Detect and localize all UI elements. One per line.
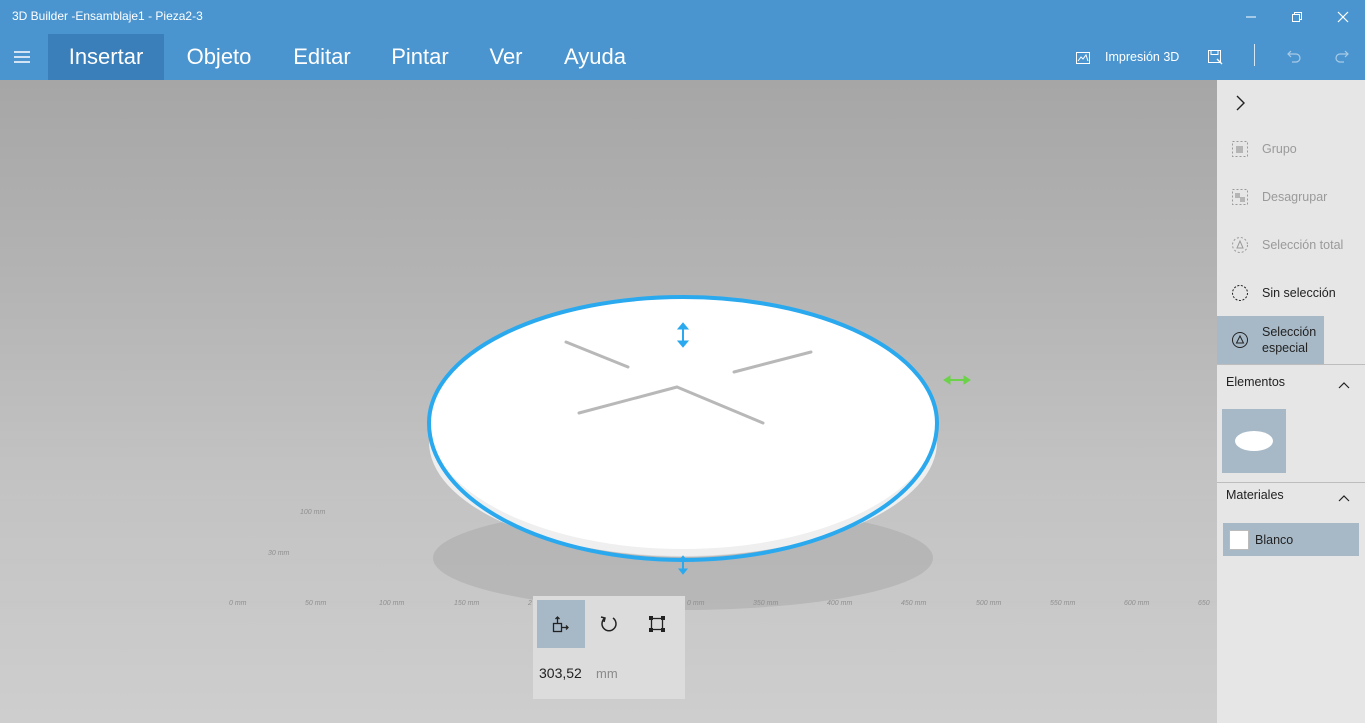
size-value[interactable]: 303,52 (539, 665, 582, 681)
elements-title: Elementos (1226, 375, 1286, 389)
ruler-label: 150 mm (454, 600, 479, 607)
special-selection-label: Selección especial (1262, 325, 1317, 355)
redo-icon (1335, 50, 1349, 63)
save-icon (1208, 50, 1223, 65)
ruler-label: 0 mm (687, 600, 705, 607)
3d-viewport[interactable]: 0 mm 50 mm 100 mm 150 mm 2 0 mm 350 mm 4… (0, 80, 1217, 723)
transform-tool-panel: 303,52 mm (533, 596, 685, 699)
ruler-label: 500 mm (976, 600, 1001, 607)
ruler-label: 350 mm (753, 600, 778, 607)
menu-ayuda[interactable]: Ayuda (556, 34, 634, 80)
collapse-panel-button[interactable] (1229, 92, 1251, 114)
ruler-label: 2 (527, 600, 532, 607)
restore-button[interactable] (1274, 0, 1320, 34)
material-swatch (1229, 530, 1249, 550)
close-button[interactable] (1320, 0, 1365, 34)
move-tool-button[interactable] (537, 600, 585, 648)
ruler-label: 100 mm (379, 600, 404, 607)
select-all-button[interactable]: Selección total (1217, 221, 1365, 269)
divider (1217, 364, 1365, 365)
material-label: Blanco (1255, 533, 1294, 547)
element-thumbnail[interactable] (1222, 409, 1286, 473)
material-item[interactable]: Blanco (1223, 523, 1359, 556)
menu-objeto[interactable]: Objeto (172, 34, 266, 80)
deselect-label: Sin selección (1262, 286, 1336, 300)
special-selection-icon (1230, 330, 1250, 350)
ruler-label: 600 mm (1124, 600, 1149, 607)
deselect-icon (1230, 283, 1250, 303)
move-icon (552, 616, 569, 633)
ruler-label: 0 mm (229, 600, 247, 607)
minimize-icon (1246, 16, 1256, 18)
title-bar: 3D Builder -Ensamblaje1 - Pieza2-3 (0, 0, 1365, 34)
depth-label: 100 mm (300, 509, 325, 516)
size-unit: mm (596, 666, 618, 681)
chevron-up-icon[interactable] (1337, 378, 1351, 392)
toolbar-separator (1254, 44, 1255, 66)
menu-bar: Insertar Objeto Editar Pintar Ver Ayuda … (0, 34, 1365, 80)
ruler-label: 50 mm (305, 600, 327, 607)
ruler-label: 450 mm (901, 600, 926, 607)
scale-tool-button[interactable] (633, 600, 681, 648)
depth-label: 30 mm (268, 550, 290, 557)
disc-thumbnail-icon (1235, 431, 1273, 451)
ruler-label: 400 mm (827, 600, 852, 607)
ruler-label: 650 (1198, 600, 1210, 607)
deselect-button[interactable]: Sin selección (1217, 269, 1365, 317)
group-label: Grupo (1262, 142, 1297, 156)
redo-button[interactable] (1328, 34, 1356, 80)
undo-icon (1287, 50, 1301, 63)
menu-editar[interactable]: Editar (282, 34, 362, 80)
group-button[interactable]: Grupo (1217, 125, 1365, 173)
save-button[interactable] (1200, 34, 1230, 80)
close-icon (1337, 11, 1349, 23)
ungroup-icon (1230, 187, 1250, 207)
undo-button[interactable] (1280, 34, 1308, 80)
print-3d-button[interactable]: Impresión 3D (1068, 34, 1188, 80)
ruler-label: 550 mm (1050, 600, 1075, 607)
materials-title: Materiales (1226, 488, 1284, 502)
window-title: 3D Builder -Ensamblaje1 - Pieza2-3 (12, 9, 203, 23)
rotate-tool-button[interactable] (585, 600, 633, 648)
chevron-up-icon[interactable] (1337, 491, 1351, 505)
print-3d-label: Impresión 3D (1105, 50, 1180, 64)
chevron-right-icon (1236, 95, 1245, 111)
select-all-icon (1230, 235, 1250, 255)
menu-pintar[interactable]: Pintar (382, 34, 458, 80)
menu-ver[interactable]: Ver (480, 34, 532, 80)
group-icon (1230, 139, 1250, 159)
hamburger-menu-button[interactable] (0, 34, 44, 80)
scale-icon (649, 616, 665, 632)
special-selection-button[interactable]: Selección especial (1217, 316, 1324, 364)
minimize-button[interactable] (1228, 0, 1274, 34)
divider (1217, 482, 1365, 483)
ungroup-button[interactable]: Desagrupar (1217, 173, 1365, 221)
ungroup-label: Desagrupar (1262, 190, 1328, 204)
restore-icon (1292, 12, 1302, 22)
hamburger-icon (14, 51, 30, 63)
side-panel: Grupo Desagrupar Selección total Sin sel… (1217, 80, 1365, 723)
horizontal-resize-arrow[interactable] (943, 375, 971, 385)
select-all-label: Selección total (1262, 238, 1344, 252)
rotate-icon (600, 616, 617, 632)
print-3d-icon (1076, 52, 1090, 64)
menu-insertar[interactable]: Insertar (48, 34, 164, 80)
